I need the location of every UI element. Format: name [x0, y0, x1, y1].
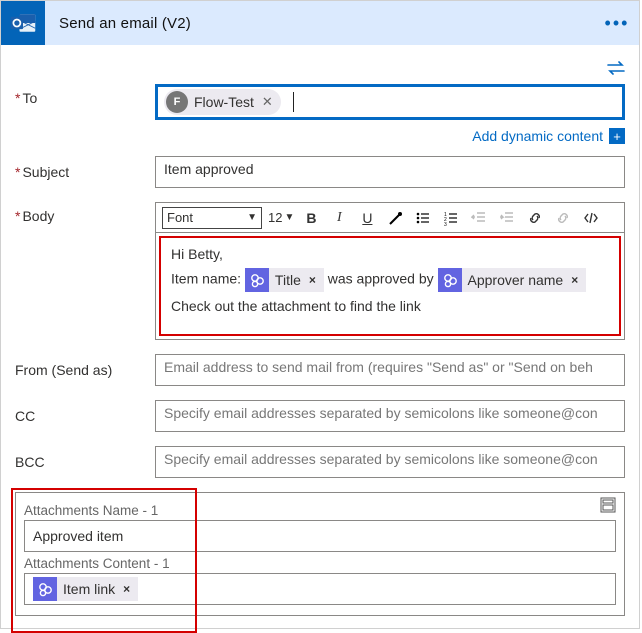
bullet-list-button[interactable]	[412, 207, 434, 229]
subject-input[interactable]: Item approved	[155, 156, 625, 188]
number-list-button[interactable]: 123	[440, 207, 462, 229]
dynamic-token-title: Title ×	[245, 268, 324, 292]
cc-input[interactable]: Specify email addresses separated by sem…	[155, 400, 625, 432]
body-textarea[interactable]: Hi Betty, Item name: Title × was approve…	[159, 236, 621, 336]
code-view-button[interactable]	[580, 207, 602, 229]
underline-button[interactable]: U	[356, 207, 378, 229]
remove-token-button[interactable]: ×	[569, 273, 580, 287]
dynamic-token-approver: Approver name ×	[438, 268, 587, 292]
link-button[interactable]	[524, 207, 546, 229]
sharepoint-token-icon	[33, 577, 57, 601]
color-button[interactable]	[384, 207, 406, 229]
attachment-content-input[interactable]: Item link ×	[24, 573, 616, 605]
to-input[interactable]: F Flow-Test ✕	[155, 84, 625, 120]
card-header: Send an email (V2) •••	[1, 1, 639, 45]
from-label: From (Send as)	[15, 362, 155, 378]
body-editor: Font▼ 12▼ B I U	[155, 202, 625, 340]
sharepoint-token-icon	[438, 268, 462, 292]
card-title: Send an email (V2)	[45, 15, 595, 32]
attachments-section: Attachments Name - 1 Approved item Attac…	[15, 492, 625, 616]
to-label: *To	[15, 84, 155, 106]
rich-text-toolbar: Font▼ 12▼ B I U	[156, 203, 624, 233]
action-card: Send an email (V2) ••• *To F Flow-Test ✕	[0, 0, 640, 629]
bcc-label: BCC	[15, 454, 155, 470]
add-dynamic-content-button[interactable]: +	[609, 128, 625, 144]
font-size-select[interactable]: 12▼	[268, 210, 294, 225]
card-menu-button[interactable]: •••	[595, 13, 639, 34]
remove-contact-button[interactable]: ✕	[260, 94, 275, 110]
indent-button[interactable]	[496, 207, 518, 229]
dynamic-token-itemlink: Item link ×	[33, 577, 138, 601]
font-select[interactable]: Font▼	[162, 207, 262, 229]
sharepoint-token-icon	[245, 268, 269, 292]
add-dynamic-content-link[interactable]: Add dynamic content	[472, 128, 603, 144]
body-line: Hi Betty,	[171, 246, 609, 262]
body-line: Check out the attachment to find the lin…	[171, 298, 609, 314]
attach-content-label: Attachments Content - 1	[24, 556, 616, 571]
subject-label: *Subject	[15, 164, 155, 180]
body-label: *Body	[15, 202, 155, 224]
bcc-input[interactable]: Specify email addresses separated by sem…	[155, 446, 625, 478]
from-input[interactable]: Email address to send mail from (require…	[155, 354, 625, 386]
remove-token-button[interactable]: ×	[307, 273, 318, 287]
text-caret	[293, 92, 294, 112]
contact-chip: F Flow-Test ✕	[164, 89, 281, 115]
outdent-button[interactable]	[468, 207, 490, 229]
attachment-name-input[interactable]: Approved item	[24, 520, 616, 552]
contact-name: Flow-Test	[194, 94, 254, 110]
outlook-icon	[1, 1, 45, 45]
italic-button[interactable]: I	[328, 207, 350, 229]
body-line: Item name: Title × was approved by	[171, 268, 609, 292]
unlink-button[interactable]	[552, 207, 574, 229]
bold-button[interactable]: B	[300, 207, 322, 229]
cc-label: CC	[15, 408, 155, 424]
svg-text:3: 3	[444, 222, 447, 226]
attach-name-label: Attachments Name - 1	[24, 503, 616, 518]
remove-token-button[interactable]: ×	[121, 582, 132, 596]
swap-icon[interactable]	[607, 61, 625, 78]
switch-to-array-button[interactable]	[600, 497, 616, 516]
avatar: F	[166, 91, 188, 113]
